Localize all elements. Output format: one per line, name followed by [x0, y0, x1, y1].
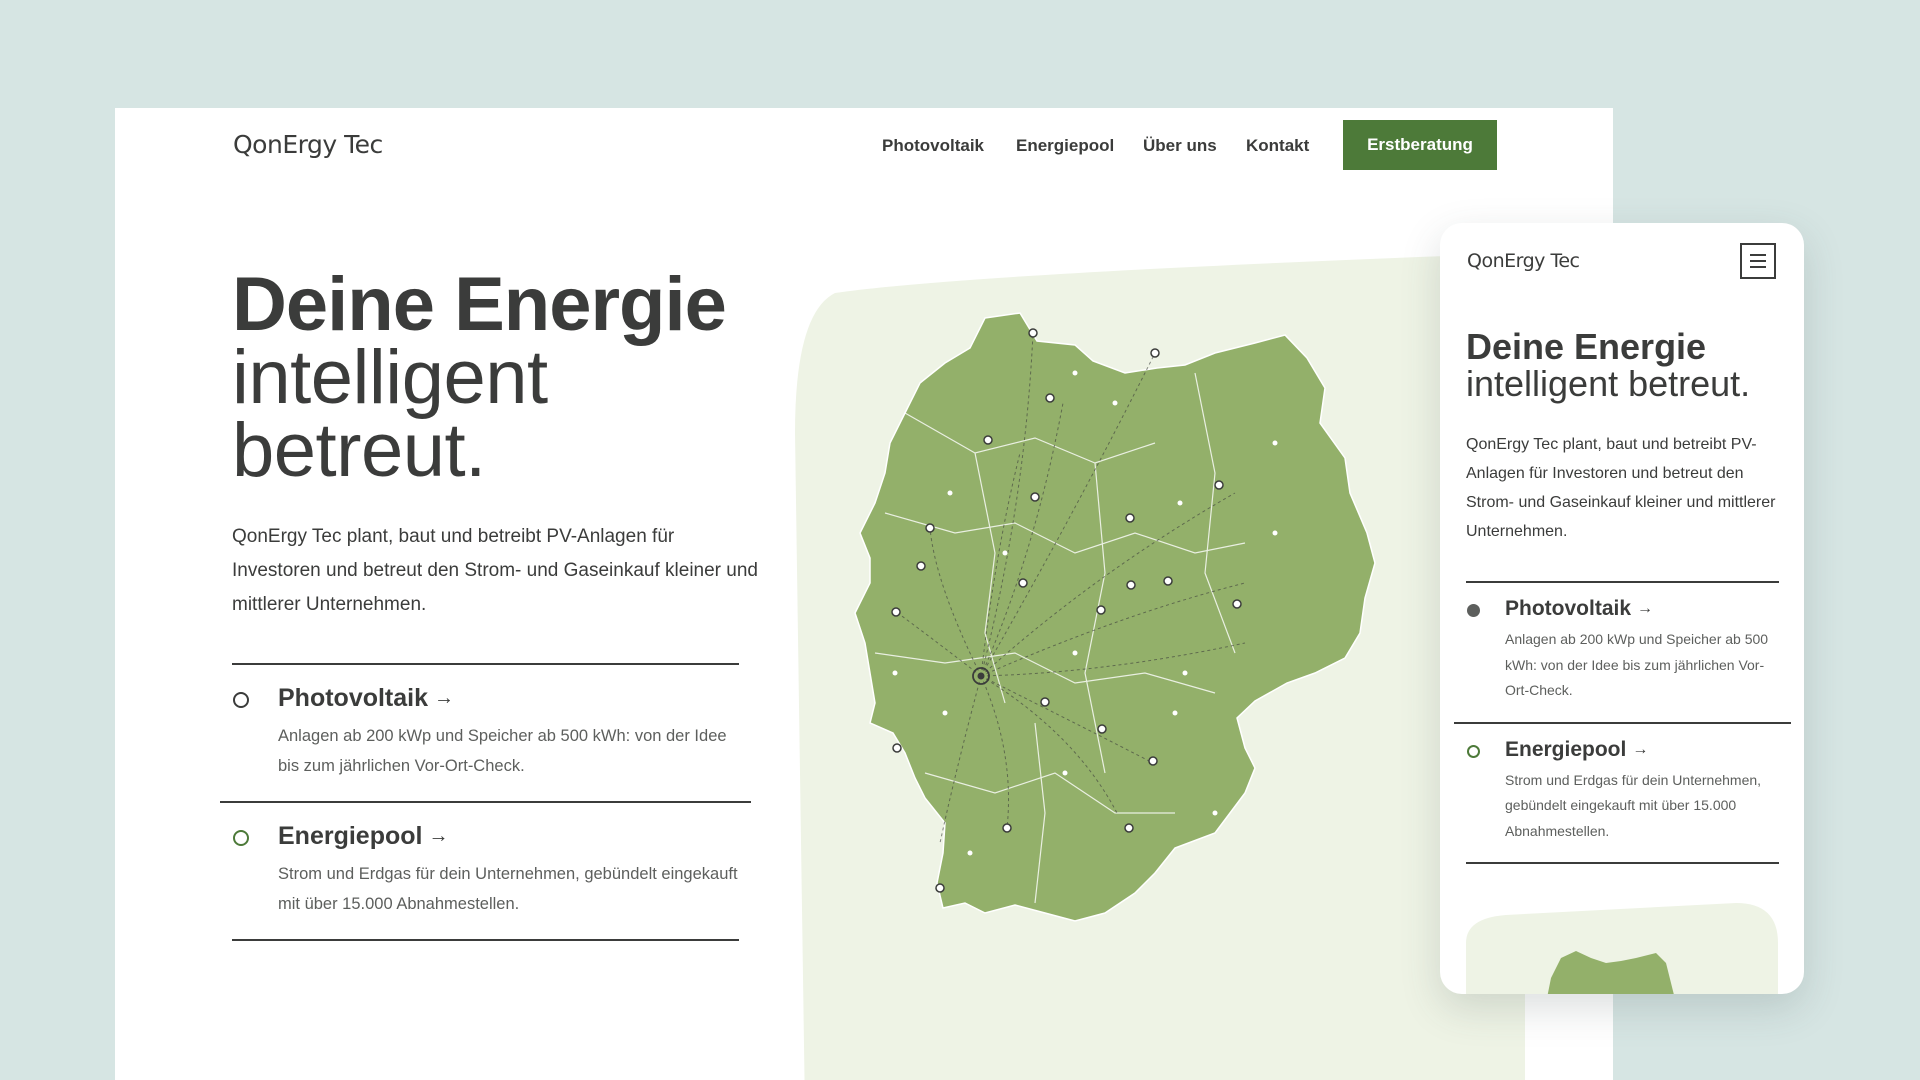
germany-map-icon [795, 253, 1525, 1080]
feature-desc: Strom und Erdgas für dein Unternehmen, g… [1505, 771, 1762, 839]
arrow-right-icon: → [1637, 600, 1654, 617]
radio-dot-icon [1467, 604, 1480, 617]
mobile-mockup: QonErgy Tec Deine Energie intelligent be… [1440, 223, 1804, 994]
headline-light-1: intelligent [232, 335, 548, 420]
feature-title-text: Photovoltaik [278, 684, 429, 712]
headline-light-2: betreut. [232, 408, 486, 493]
feature-photovoltaik[interactable]: Photovoltaik → Anlagen ab 200 kWp und Sp… [232, 665, 739, 801]
radio-dot-icon [233, 692, 249, 708]
desktop-mockup: QonErgy Tec Photovoltaik Energiepool Übe… [115, 108, 1613, 1080]
radio-dot-icon [1467, 744, 1480, 758]
mobile-headline: Deine Energie intelligent betreut. [1466, 328, 1750, 402]
arrow-right-icon: → [1632, 740, 1649, 758]
germany-map-icon [1466, 903, 1778, 994]
divider [232, 939, 739, 941]
hub-marker-center [977, 672, 985, 680]
headline-bold: Deine Energie [232, 262, 727, 347]
arrow-right-icon: → [428, 825, 449, 847]
mobile-intro-text: QonErgy Tec plant, baut und betreibt PV-… [1466, 436, 1776, 540]
mobile-headline-light: intelligent betreut. [1466, 363, 1751, 404]
mobile-feature-energiepool[interactable]: Energiepool → Strom und Erdgas für dein … [1466, 724, 1779, 863]
mobile-feature-list: Photovoltaik → Anlagen ab 200 kWp und Sp… [1454, 581, 1791, 864]
nav-kontakt[interactable]: Kontakt [1246, 136, 1309, 156]
feature-energiepool[interactable]: Energiepool → Strom und Erdgas für dein … [232, 803, 739, 939]
radio-dot-icon [233, 830, 249, 846]
page-headline: Deine Energie intelligent betreut. [232, 262, 727, 493]
erstberatung-button[interactable]: Erstberatung [1343, 120, 1497, 170]
mobile-headline-bold: Deine Energie [1466, 326, 1707, 367]
feature-list: Photovoltaik → Anlagen ab 200 kWp und Sp… [220, 663, 751, 941]
feature-desc: Anlagen ab 200 kWp und Speicher ab 500 k… [1505, 631, 1769, 698]
mobile-feature-photovoltaik[interactable]: Photovoltaik → Anlagen ab 200 kWp und Sp… [1466, 583, 1779, 722]
feature-title-text: Energiepool [1505, 737, 1627, 761]
feature-title[interactable]: Photovoltaik → [278, 684, 454, 713]
feature-desc: Strom und Erdgas für dein Unternehmen, g… [278, 865, 738, 913]
arrow-right-icon: → [434, 687, 455, 709]
feature-title[interactable]: Energiepool → [278, 822, 448, 851]
nav-energiepool[interactable]: Energiepool [1016, 136, 1114, 156]
brand-logo[interactable]: QonErgy Tec [233, 130, 383, 159]
nav-ueber-uns[interactable]: Über uns [1143, 136, 1217, 156]
intro-text: QonErgy Tec plant, baut und betreibt PV-… [232, 526, 758, 615]
feature-title[interactable]: Photovoltaik → [1505, 597, 1653, 621]
feature-title-text: Photovoltaik [1505, 597, 1632, 620]
feature-title[interactable]: Energiepool → [1505, 738, 1648, 762]
divider [1466, 862, 1779, 864]
feature-desc: Anlagen ab 200 kWp und Speicher ab 500 k… [278, 727, 727, 775]
brand-logo-mobile[interactable]: QonErgy Tec [1467, 250, 1580, 272]
nav-photovoltaik[interactable]: Photovoltaik [882, 136, 984, 156]
feature-title-text: Energiepool [278, 822, 423, 850]
hamburger-icon[interactable] [1740, 243, 1776, 279]
